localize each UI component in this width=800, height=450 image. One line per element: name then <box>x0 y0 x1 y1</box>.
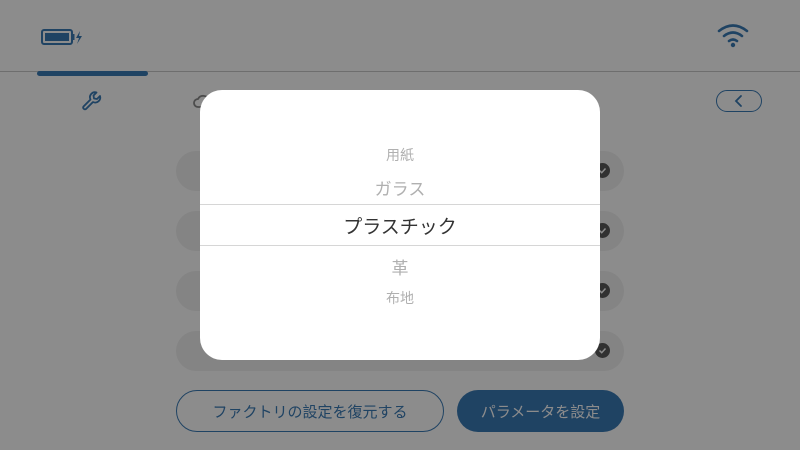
picker-selection-bottom-line <box>200 245 600 246</box>
material-picker[interactable]: 用紙 ガラス プラスチック 革 布地 <box>200 90 600 360</box>
picker-option[interactable]: 革 <box>200 254 600 279</box>
settings-screen: ファクトリの設定を復元する パラメータを設定 用紙 ガラス プラスチック 革 布… <box>0 0 800 450</box>
picker-option-selected[interactable]: プラスチック <box>200 212 600 239</box>
picker-option[interactable]: 布地 <box>200 288 600 308</box>
picker-option[interactable]: ガラス <box>200 175 600 200</box>
picker-option[interactable]: 用紙 <box>200 145 600 165</box>
picker-selection-top-line <box>200 204 600 205</box>
